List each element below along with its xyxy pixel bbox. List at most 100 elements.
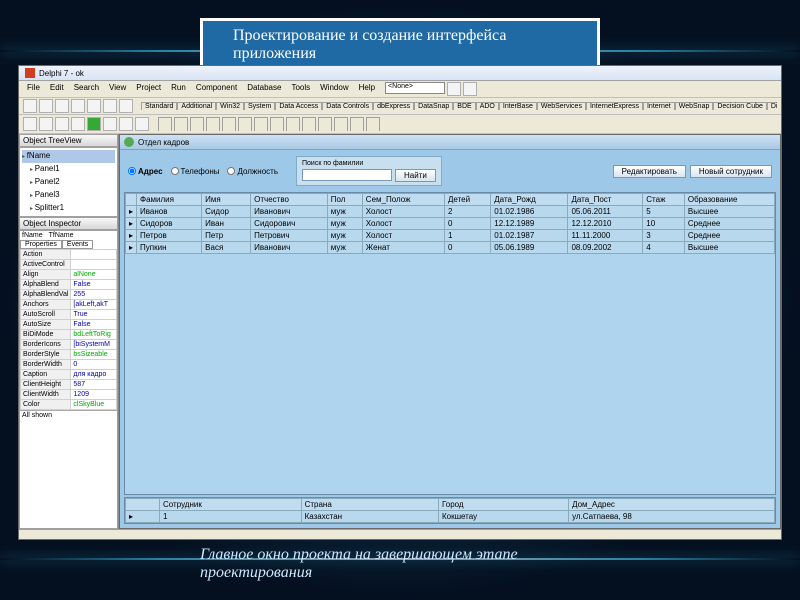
tree-item[interactable]: Panel2 <box>22 176 115 189</box>
cell[interactable]: Холост <box>362 218 444 230</box>
menu-edit[interactable]: Edit <box>46 82 68 96</box>
cell[interactable]: Казахстан <box>301 511 438 523</box>
cell[interactable]: муж <box>327 218 362 230</box>
prop-name[interactable]: ActiveControl <box>21 260 71 270</box>
cell[interactable]: Пупкин <box>137 242 202 254</box>
cell[interactable]: муж <box>327 206 362 218</box>
col-header[interactable]: Город <box>438 499 568 511</box>
col-header[interactable]: Фамилия <box>137 194 202 206</box>
tab-win32[interactable]: Win32 <box>216 102 244 110</box>
cell[interactable]: Высшее <box>684 242 774 254</box>
toolbar-icon[interactable] <box>447 82 461 96</box>
cell[interactable]: Холост <box>362 206 444 218</box>
cell[interactable]: Петров <box>137 230 202 242</box>
cell[interactable]: муж <box>327 242 362 254</box>
tb-remove-icon[interactable] <box>119 99 133 113</box>
prop-name[interactable]: ClientWidth <box>21 390 71 400</box>
cell[interactable]: Петрович <box>251 230 328 242</box>
cell[interactable]: 05.06.1989 <box>491 242 568 254</box>
object-tree[interactable]: fName Panel1 Panel2 Panel3 Splitter1 <box>19 147 118 217</box>
tab-decisioncube[interactable]: Decision Cube <box>713 102 767 110</box>
prop-value[interactable]: 1209 <box>71 390 117 400</box>
tab-dataaccess[interactable]: Data Access <box>275 102 322 110</box>
cell[interactable]: Иванов <box>137 206 202 218</box>
tab-datasnap[interactable]: DataSnap <box>414 102 453 110</box>
prop-value[interactable]: bsSizeable <box>71 350 117 360</box>
cell[interactable]: 1 <box>444 230 490 242</box>
menu-run[interactable]: Run <box>167 82 190 96</box>
cell[interactable]: Иванович <box>251 242 328 254</box>
tb-run-icon[interactable] <box>87 117 101 131</box>
tb-saveall-icon[interactable] <box>71 99 85 113</box>
cell[interactable]: Среднее <box>684 230 774 242</box>
col-header[interactable]: Имя <box>202 194 251 206</box>
menu-project[interactable]: Project <box>132 82 165 96</box>
tab-dbexpress[interactable]: dbExpress <box>373 102 414 110</box>
tb-toggle-icon[interactable] <box>55 117 69 131</box>
tb-new-icon[interactable] <box>23 99 37 113</box>
component-icon[interactable] <box>158 117 172 131</box>
cell[interactable]: ул.Сатпаева, 98 <box>569 511 775 523</box>
tab-events[interactable]: Events <box>62 240 93 249</box>
component-icon[interactable] <box>334 117 348 131</box>
prop-name[interactable]: ClientHeight <box>21 380 71 390</box>
employees-grid[interactable]: ФамилияИмяОтчествоПолСем_ПоложДетейДата_… <box>124 192 776 495</box>
prop-name[interactable]: BiDiMode <box>21 330 71 340</box>
tab-additional[interactable]: Additional <box>177 102 216 110</box>
prop-name[interactable]: AlphaBlendVal <box>21 290 71 300</box>
menu-help[interactable]: Help <box>355 82 379 96</box>
table-row[interactable]: ▸1КазахстанКокшетауул.Сатпаева, 98 <box>126 511 775 523</box>
component-icon[interactable] <box>286 117 300 131</box>
radio-address[interactable]: Адрес <box>128 167 163 176</box>
component-icon[interactable] <box>254 117 268 131</box>
tb-stepover-icon[interactable] <box>119 117 133 131</box>
prop-value[interactable]: [biSystemM <box>71 340 117 350</box>
component-icon[interactable] <box>270 117 284 131</box>
cell[interactable]: 11.11.2000 <box>568 230 643 242</box>
cell[interactable]: 05.06.2011 <box>568 206 643 218</box>
tab-datacontrols[interactable]: Data Controls <box>322 102 373 110</box>
prop-value[interactable]: False <box>71 320 117 330</box>
prop-name[interactable]: BorderIcons <box>21 340 71 350</box>
tab-dialogs[interactable]: Dialogs <box>767 102 777 110</box>
menu-view[interactable]: View <box>105 82 130 96</box>
prop-value[interactable]: False <box>71 280 117 290</box>
cell[interactable]: Среднее <box>684 218 774 230</box>
tab-internetexpress[interactable]: InternetExpress <box>586 102 643 110</box>
prop-value[interactable]: bdLeftToRig <box>71 330 117 340</box>
tb-openproj-icon[interactable] <box>87 99 101 113</box>
tb-save-icon[interactable] <box>55 99 69 113</box>
tab-bde[interactable]: BDE <box>453 102 475 110</box>
prop-value[interactable]: [akLeft,akT <box>71 300 117 310</box>
menu-database[interactable]: Database <box>243 82 285 96</box>
address-grid[interactable]: СотрудникСтранаГородДом_Адрес▸1Казахстан… <box>124 497 776 524</box>
prop-name[interactable]: BorderWidth <box>21 360 71 370</box>
prop-name[interactable]: AlphaBlend <box>21 280 71 290</box>
project-combo[interactable]: <None> <box>385 82 445 94</box>
tab-properties[interactable]: Properties <box>20 240 62 249</box>
col-header[interactable]: Детей <box>444 194 490 206</box>
radio-position[interactable]: Должность <box>227 167 278 176</box>
component-icon[interactable] <box>350 117 364 131</box>
cell[interactable]: Сидорович <box>251 218 328 230</box>
prop-name[interactable]: BorderStyle <box>21 350 71 360</box>
cell[interactable]: 1 <box>160 511 302 523</box>
col-header[interactable]: Отчество <box>251 194 328 206</box>
cell[interactable]: 3 <box>643 230 685 242</box>
component-icon[interactable] <box>238 117 252 131</box>
new-employee-button[interactable]: Новый сотрудник <box>690 165 772 178</box>
col-header[interactable]: Дата_Пост <box>568 194 643 206</box>
cell[interactable]: Вася <box>202 242 251 254</box>
radio-phones[interactable]: Телефоны <box>171 167 220 176</box>
tab-webservices[interactable]: WebServices <box>537 102 586 110</box>
tb-open-icon[interactable] <box>39 99 53 113</box>
col-header[interactable]: Сотрудник <box>160 499 302 511</box>
toolbar-icon[interactable] <box>463 82 477 96</box>
cell[interactable]: 4 <box>643 242 685 254</box>
cell[interactable]: 01.02.1987 <box>491 230 568 242</box>
edit-button[interactable]: Редактировать <box>613 165 686 178</box>
prop-name[interactable]: Action <box>21 250 71 260</box>
tb-pause-icon[interactable] <box>103 117 117 131</box>
menu-file[interactable]: File <box>23 82 44 96</box>
prop-value[interactable] <box>71 250 117 260</box>
